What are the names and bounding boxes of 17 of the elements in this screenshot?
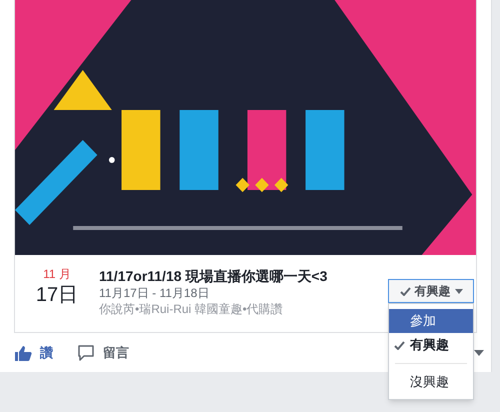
menu-item[interactable]: 參加 bbox=[389, 309, 473, 333]
menu-item[interactable]: 有興趣 bbox=[389, 333, 473, 357]
event-day: 17日 bbox=[36, 282, 78, 308]
event-dates: 11月17日 - 11月18日 bbox=[99, 285, 210, 301]
speech-bubble-icon bbox=[77, 344, 95, 362]
event-month: 11 月 bbox=[43, 267, 71, 282]
menu-item[interactable]: 沒興趣 bbox=[389, 370, 473, 394]
event-host: 你說芮•瑞Rui-Rui 韓國童趣•代購讚 bbox=[99, 301, 283, 317]
comment-button[interactable]: 留言 bbox=[77, 343, 129, 363]
check-icon bbox=[394, 340, 405, 350]
caret-icon[interactable] bbox=[474, 350, 484, 356]
caret-icon bbox=[454, 288, 462, 294]
rsvp-dropdown[interactable]: 有興趣 bbox=[388, 279, 474, 303]
check-icon bbox=[400, 286, 410, 296]
like-button[interactable]: 讚 bbox=[14, 343, 53, 363]
event-title[interactable]: 11/17or11/18 現場直播你選哪一天<3 bbox=[99, 267, 328, 285]
thumbs-up-icon bbox=[14, 344, 32, 362]
